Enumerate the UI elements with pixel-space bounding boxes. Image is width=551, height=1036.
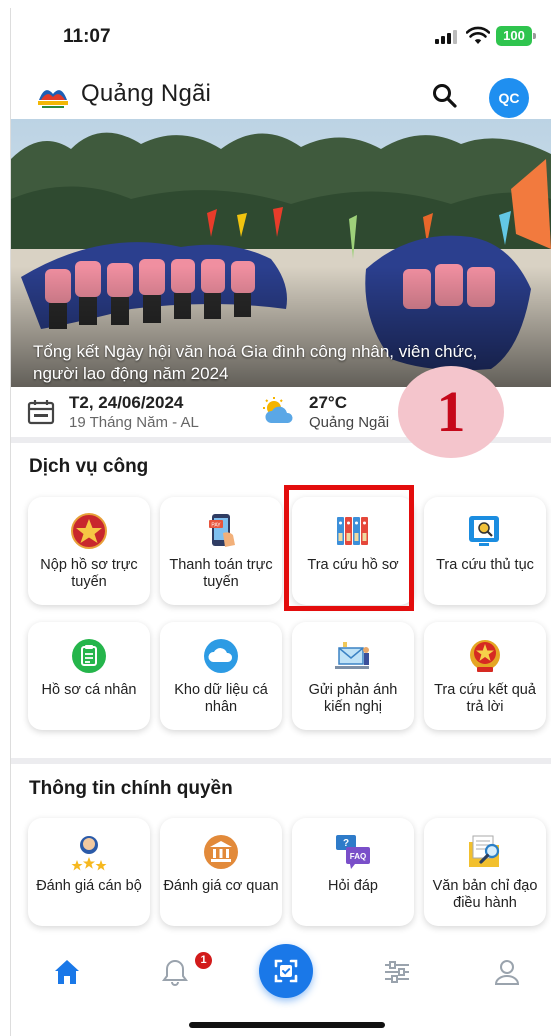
scan-check-icon [274, 959, 298, 983]
tile-label: Kho dữ liệu cá nhân [174, 682, 268, 715]
faq-icon: ? FAQ [336, 835, 370, 869]
section-title-gov-info: Thông tin chính quyền [29, 778, 233, 799]
national-emblem-icon [470, 640, 500, 672]
profile-icon[interactable] [491, 956, 523, 988]
officer-rating-icon [71, 836, 107, 871]
document-magnifier-icon [469, 835, 500, 867]
service-online-payment[interactable]: PAY Thanh toán trực tuyến [160, 497, 282, 605]
gov-faq[interactable]: ? FAQ Hỏi đáp [292, 818, 414, 926]
page-title: Quảng Ngãi [81, 80, 212, 107]
tile-label: Hỏi đáp [328, 878, 378, 894]
gov-directive-documents[interactable]: Văn bản chỉ đạo điều hành [424, 818, 546, 926]
tile-label: Đánh giá cơ quan [163, 878, 279, 894]
cloud-icon [204, 639, 238, 673]
tile-label: Hồ sơ cá nhân [41, 682, 137, 698]
tile-label: Tra cứu thủ tục [436, 557, 534, 573]
gov-rate-officer[interactable]: Đánh giá cán bộ [28, 818, 150, 926]
svg-text:FAQ: FAQ [350, 852, 366, 861]
notification-badge: 1 [195, 952, 212, 969]
service-submit-online[interactable]: Nộp hồ sơ trực tuyến [28, 497, 150, 605]
home-indicator [189, 1022, 385, 1028]
feedback-icon [335, 642, 369, 669]
date-label: T2, 24/06/2024 [69, 393, 184, 412]
section-title-public-services: Dịch vụ công [29, 456, 149, 477]
highlight-box [284, 485, 414, 611]
gov-rate-agency[interactable]: Đánh giá cơ quan [160, 818, 282, 926]
tile-label: Thanh toán trực tuyến [169, 557, 273, 590]
calendar-icon [27, 400, 55, 425]
tile-label: Gửi phản ánh kiến nghị [308, 682, 398, 715]
scan-action-button[interactable] [259, 944, 313, 998]
phone-payment-icon: PAY [209, 514, 235, 547]
settings-sliders-icon[interactable] [381, 956, 413, 988]
bank-building-icon [204, 835, 238, 869]
battery-icon: 100 [496, 26, 536, 46]
bottom-nav: 1 [11, 938, 551, 1008]
step-number-badge: 1 [398, 366, 504, 458]
tile-label: Tra cứu kết quả trả lời [434, 682, 536, 715]
tile-label: Đánh giá cán bộ [36, 878, 142, 894]
lunar-date-label: 19 Tháng Năm - AL [69, 414, 199, 431]
document-search-icon [469, 516, 499, 546]
status-bar: 11:07 100 [11, 8, 551, 64]
service-lookup-results[interactable]: Tra cứu kết quả trả lời [424, 622, 546, 730]
bell-icon[interactable] [159, 956, 191, 988]
signal-icon [435, 30, 457, 44]
wifi-icon [466, 26, 490, 44]
service-personal-records[interactable]: Hồ sơ cá nhân [28, 622, 150, 730]
tile-label: Nộp hồ sơ trực tuyến [40, 557, 138, 590]
union-logo-icon [35, 82, 71, 110]
clipboard-icon [72, 639, 106, 673]
status-time: 11:07 [63, 26, 111, 47]
partly-cloudy-icon [263, 397, 293, 423]
avatar[interactable]: QC [489, 78, 529, 118]
search-icon[interactable] [431, 82, 459, 110]
news-banner[interactable]: Tổng kết Ngày hội văn hoá Gia đình công … [11, 119, 551, 387]
location-label: Quảng Ngãi [309, 414, 390, 431]
service-lookup-procedures[interactable]: Tra cứu thủ tục [424, 497, 546, 605]
service-personal-data-store[interactable]: Kho dữ liệu cá nhân [160, 622, 282, 730]
home-icon[interactable] [51, 956, 83, 988]
app-header: Quảng Ngãi QC [11, 70, 551, 120]
phone-screen: 11:07 100 Quảng Ngãi QC Tổng kết Ngày hộ… [10, 8, 551, 1036]
tile-label: Văn bản chỉ đạo điều hành [432, 878, 538, 911]
star-emblem-icon [71, 513, 107, 549]
service-send-feedback[interactable]: Gửi phản ánh kiến nghị [292, 622, 414, 730]
svg-text:PAY: PAY [211, 523, 221, 529]
section-divider [11, 758, 551, 764]
temperature-label: 27°C [309, 393, 347, 412]
